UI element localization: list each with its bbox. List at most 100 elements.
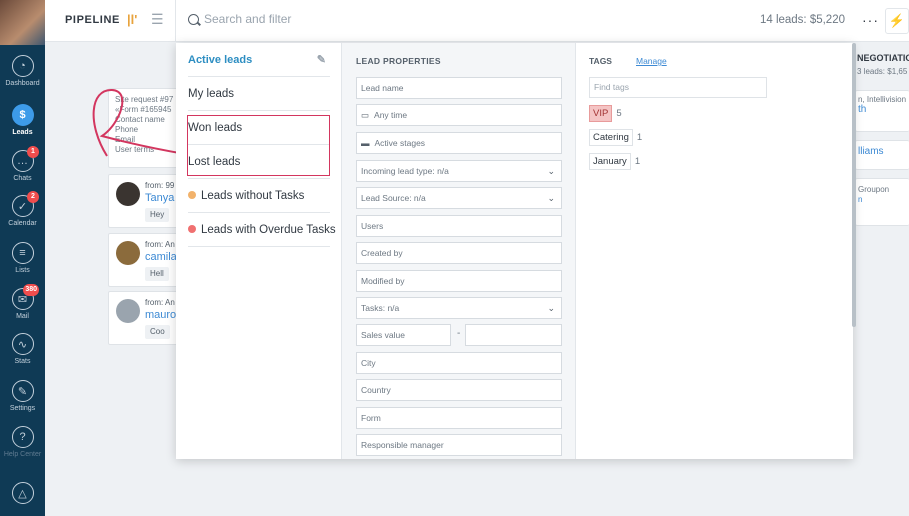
contact-avatar (116, 299, 140, 323)
filter-panel: Active leads ✎ My leads Won leads Lost l… (176, 43, 853, 459)
city-field[interactable]: City (356, 352, 562, 374)
more-button[interactable]: ··· (862, 12, 879, 28)
top-bar: PIPELINE |l' ☰ 14 leads: $5,220 ··· ⚡ (45, 0, 909, 42)
field-value: Any time (374, 110, 408, 120)
pipeline-view-icon[interactable]: |l' (127, 12, 137, 27)
chats-badge: 1 (27, 146, 39, 158)
incoming-lead-type-select[interactable]: Incoming lead type: n/a ⌄ (356, 160, 562, 182)
left-nav: ◔ Dashboard $ Leads … 1 Chats ✓ 2 Calend… (0, 0, 45, 516)
tag-item[interactable]: Catering 1 (589, 129, 642, 146)
nav-label: Chats (13, 175, 32, 182)
manage-tags-link[interactable]: Manage (636, 56, 667, 66)
stage-card-name: lliams (858, 146, 884, 157)
nav-notifications[interactable]: △ (0, 482, 45, 507)
nav-chats[interactable]: … 1 Chats (0, 146, 45, 182)
field-value: Lead Source: n/a (361, 193, 426, 203)
leads-total: 14 leads: $5,220 (759, 14, 845, 26)
stage-card[interactable]: lliams (855, 140, 909, 170)
field-value: Incoming lead type: n/a (361, 166, 449, 176)
stage-title: NEGOTIATIO (857, 53, 909, 63)
leads-icon: $ (11, 104, 34, 126)
nav-label: Leads (12, 129, 33, 136)
lead-message: Hell (145, 267, 169, 281)
field-placeholder: Users (361, 221, 384, 231)
lead-card[interactable]: from: An camila_ Hell (108, 233, 178, 287)
tag-count: 5 (616, 108, 622, 119)
section-title: LEAD PROPERTIES (356, 56, 441, 66)
date-range-field[interactable]: ▭ Any time (356, 104, 562, 126)
users-field[interactable]: Users (356, 215, 562, 237)
preset-my-leads[interactable]: My leads (188, 77, 330, 111)
tag-chip[interactable]: VIP (589, 105, 613, 122)
contact-avatar (116, 241, 140, 265)
automation-button[interactable]: ⚡ (885, 8, 909, 34)
chevron-down-icon: ⌄ (547, 193, 555, 203)
nav-lists[interactable]: ≡ Lists (0, 242, 45, 274)
lead-source: from: An (145, 240, 175, 249)
search-input[interactable] (204, 12, 504, 26)
lead-name: mauros (145, 309, 177, 321)
nav-stats[interactable]: ∿ Stats (0, 333, 45, 365)
lead-name-field[interactable]: Lead name (356, 77, 562, 99)
user-avatar[interactable] (0, 0, 45, 45)
tasks-select[interactable]: Tasks: n/a ⌄ (356, 297, 562, 319)
status-dot (188, 191, 196, 199)
stats-icon: ∿ (11, 333, 34, 355)
lead-properties: LEAD PROPERTIES Lead name ▭ Any time ▬ Act… (341, 43, 576, 459)
preset-label: My leads (188, 88, 235, 100)
responsible-manager-field[interactable]: Responsible manager (356, 434, 562, 456)
sales-value-to[interactable] (465, 324, 562, 346)
tag-item[interactable]: January 1 (589, 153, 640, 170)
stage-card-name: n (858, 195, 863, 204)
stage-summary: 3 leads: $1,65 (857, 67, 908, 76)
stage-card-text: Groupon (858, 185, 890, 194)
find-tags-input[interactable]: Find tags (589, 77, 767, 98)
chevron-down-icon: ⌄ (547, 303, 555, 313)
lists-icon: ≡ (11, 242, 34, 264)
nav-label: Settings (9, 405, 36, 412)
stage-icon: ▬ (361, 138, 370, 148)
preset-label: Leads without Tasks (201, 190, 305, 202)
nav-label: Calendar (8, 220, 37, 227)
country-field[interactable]: Country (356, 379, 562, 401)
form-field[interactable]: Form (356, 407, 562, 429)
calendar-badge: 2 (27, 191, 39, 203)
lead-name: camila_ (145, 251, 177, 263)
created-by-field[interactable]: Created by (356, 242, 562, 264)
preset-active-leads[interactable]: Active leads ✎ (188, 43, 330, 77)
nav-mail[interactable]: ✉ 380 Mail (0, 284, 45, 320)
chevron-down-icon: ⌄ (547, 166, 555, 176)
nav-calendar[interactable]: ✓ 2 Calendar (0, 191, 45, 227)
stage-card[interactable]: n, Intellivision th (855, 90, 909, 132)
tag-count: 1 (634, 156, 641, 167)
lead-card[interactable]: from: 99 Tanya Hey (108, 174, 178, 228)
nav-dashboard[interactable]: ◔ Dashboard (0, 55, 45, 87)
tag-chip[interactable]: Catering (589, 129, 633, 146)
nav-label: Lists (15, 267, 30, 274)
page-title: PIPELINE (65, 14, 120, 26)
pencil-icon[interactable]: ✎ (317, 43, 326, 77)
status-dot (188, 225, 196, 233)
lead-name: Tanya (145, 192, 175, 204)
nav-help-center[interactable]: ? Help Center (0, 426, 45, 458)
list-view-icon[interactable]: ☰ (151, 11, 164, 28)
sales-value-from[interactable]: Sales value (356, 324, 451, 346)
tags-section: TAGS Manage Find tags VIP 5 Catering 1 Jan… (576, 43, 853, 459)
search-bar (175, 0, 735, 42)
tag-chip[interactable]: January (589, 153, 631, 170)
mail-badge: 380 (23, 284, 39, 296)
nav-label: Help Center (3, 451, 42, 458)
tag-item[interactable]: VIP 5 (589, 105, 622, 122)
field-placeholder: Created by (361, 248, 403, 258)
stages-field[interactable]: ▬ Active stages (356, 132, 562, 154)
nav-settings[interactable]: ✎ Settings (0, 380, 45, 412)
modified-by-field[interactable]: Modified by (356, 270, 562, 292)
lead-card[interactable]: from: An mauros Coo (108, 291, 178, 345)
stage-card[interactable]: Groupon n (855, 178, 909, 226)
nav-leads[interactable]: $ Leads (0, 104, 45, 136)
field-placeholder: Lead name (361, 83, 404, 93)
lead-source-select[interactable]: Lead Source: n/a ⌄ (356, 187, 562, 209)
scrollbar[interactable] (852, 43, 856, 327)
preset-leads-overdue-tasks[interactable]: Leads with Overdue Tasks (188, 213, 336, 247)
preset-leads-without-tasks[interactable]: Leads without Tasks (188, 179, 330, 213)
